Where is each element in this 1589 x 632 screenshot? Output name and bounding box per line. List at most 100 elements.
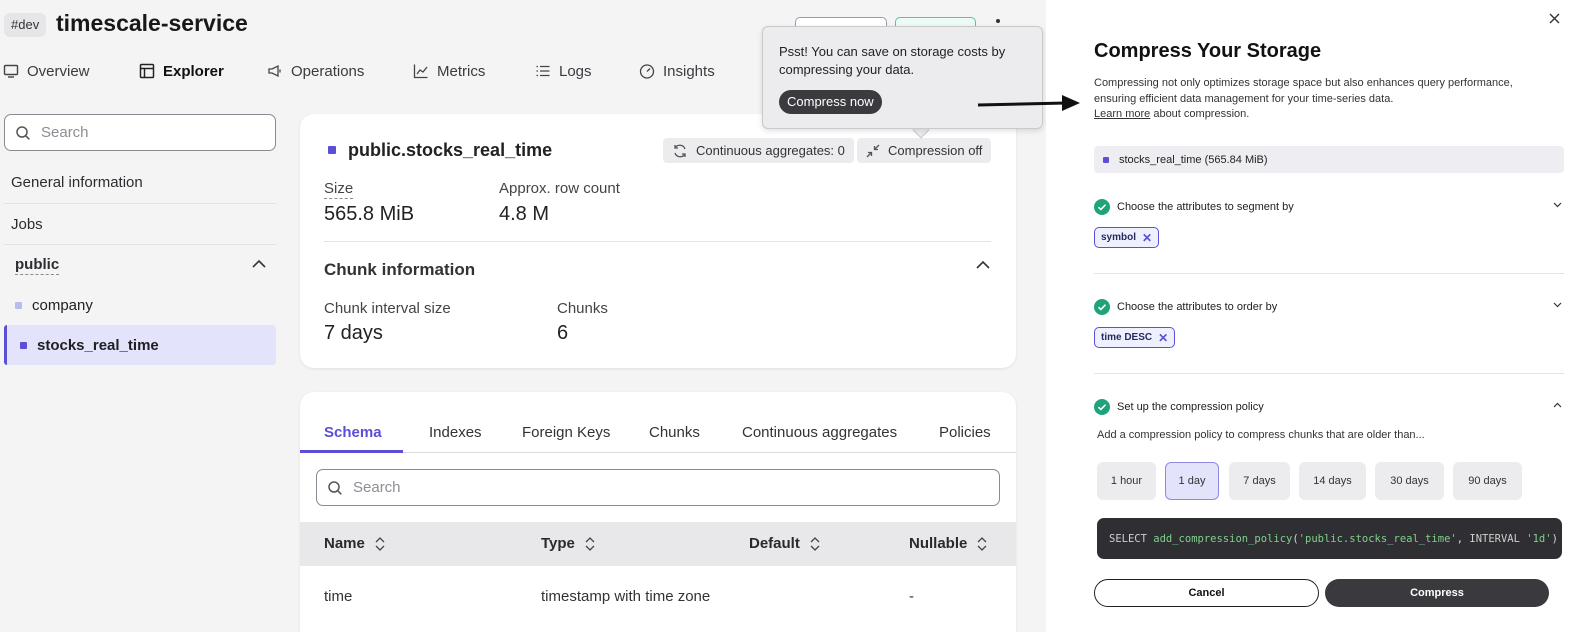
table-name: stocks_real_time	[37, 336, 159, 354]
gauge-icon	[639, 64, 655, 79]
panel-title: Compress Your Storage	[1094, 40, 1322, 62]
nav-label: Insights	[663, 62, 715, 80]
size-value: 565.8 MiB	[324, 203, 415, 225]
tab-policies[interactable]: Policies	[939, 424, 991, 441]
schema-group-public[interactable]: public	[4, 245, 276, 285]
sidebar-search[interactable]	[4, 114, 276, 151]
environment-tag: #dev	[4, 13, 47, 37]
compression-status-label: Compression off	[888, 143, 983, 158]
cancel-button[interactable]: Cancel	[1094, 579, 1319, 607]
divider	[1094, 373, 1564, 374]
tab-insights[interactable]: Insights	[639, 56, 715, 86]
continuous-aggregates-label: Continuous aggregates: 0	[696, 143, 845, 158]
tab-metrics[interactable]: Metrics	[413, 56, 485, 86]
column-header-type[interactable]: Type	[541, 535, 595, 552]
sort-icon	[810, 536, 820, 551]
sql-preview: SELECT add_compression_policy('public.st…	[1097, 518, 1562, 559]
tabs-divider	[300, 452, 1016, 453]
sidebar-item-company[interactable]: company	[4, 285, 276, 325]
chevron-up-icon[interactable]	[975, 260, 991, 270]
line-chart-icon	[413, 64, 428, 79]
cell-nullable: -	[909, 588, 914, 605]
interval-90-days[interactable]: 90 days	[1453, 462, 1522, 500]
chevron-up-icon	[1553, 402, 1562, 408]
active-tab-indicator	[300, 450, 403, 453]
more-menu-icon[interactable]	[996, 19, 1000, 23]
sidebar-item-stocks-real-time[interactable]: stocks_real_time	[4, 325, 276, 365]
continuous-aggregates-button[interactable]: Continuous aggregates: 0	[663, 138, 854, 163]
list-icon	[536, 65, 550, 77]
table-color-icon	[20, 341, 27, 349]
tab-continuous-aggregates[interactable]: Continuous aggregates	[742, 424, 897, 441]
table-name: company	[32, 296, 93, 314]
search-icon	[328, 480, 342, 495]
tab-foreign-keys[interactable]: Foreign Keys	[522, 424, 610, 441]
remove-tag-icon[interactable]: ✕	[1158, 331, 1168, 345]
refresh-icon	[674, 144, 686, 157]
nav-label: Operations	[291, 62, 365, 80]
selected-table-chip: stocks_real_time (565.84 MiB)	[1094, 146, 1564, 173]
megaphone-icon	[268, 64, 281, 78]
check-circle-icon	[1094, 299, 1110, 315]
tab-operations[interactable]: Operations	[267, 56, 364, 86]
nav-label: Explorer	[163, 62, 224, 80]
schema-search-input[interactable]	[353, 479, 953, 496]
sidebar-item-jobs[interactable]: Jobs	[4, 204, 276, 244]
remove-tag-icon[interactable]: ✕	[1142, 231, 1152, 245]
table-color-icon	[1103, 156, 1109, 163]
tab-chunks[interactable]: Chunks	[649, 424, 700, 441]
chunk-interval-value: 7 days	[324, 322, 383, 344]
interval-1-hour[interactable]: 1 hour	[1097, 462, 1156, 500]
interval-7-days[interactable]: 7 days	[1229, 462, 1290, 500]
row-count-label: Approx. row count	[499, 180, 620, 197]
tab-overview[interactable]: Overview	[3, 56, 90, 86]
close-icon[interactable]	[1549, 13, 1560, 24]
interval-1-day[interactable]: 1 day	[1165, 462, 1219, 500]
interval-14-days[interactable]: 14 days	[1299, 462, 1366, 500]
search-icon	[16, 125, 30, 140]
tab-logs[interactable]: Logs	[535, 56, 592, 86]
step-order-by[interactable]: Choose the attributes to order by	[1094, 297, 1562, 317]
chevron-up-icon[interactable]	[251, 259, 267, 269]
sidebar-item-general-information[interactable]: General information	[4, 162, 276, 202]
tooltip-text: Psst! You can save on storage costs by c…	[779, 44, 1006, 77]
sort-icon	[977, 536, 987, 551]
step-segment-by[interactable]: Choose the attributes to segment by	[1094, 197, 1562, 217]
divider	[324, 241, 991, 242]
main-nav: Overview Explorer Operations Metrics Log…	[0, 56, 760, 86]
cell-name: time	[324, 588, 353, 605]
learn-more-link[interactable]: Learn more	[1094, 108, 1150, 120]
compression-status-button[interactable]: Compression off	[857, 138, 992, 163]
compress-now-button[interactable]: Compress now	[779, 90, 882, 114]
sort-icon	[375, 536, 385, 551]
column-header-nullable[interactable]: Nullable	[909, 535, 987, 552]
table-full-name: public.stocks_real_time	[348, 140, 553, 160]
panel-description: Compressing not only optimizes storage s…	[1094, 77, 1513, 120]
cell-type: timestamp with time zone	[541, 588, 711, 605]
nav-label: Overview	[27, 62, 90, 80]
interval-30-days[interactable]: 30 days	[1375, 462, 1444, 500]
chunks-label: Chunks	[557, 300, 608, 317]
nav-label: Metrics	[437, 62, 486, 80]
column-header-name[interactable]: Name	[324, 535, 385, 552]
tab-explorer[interactable]: Explorer	[139, 56, 224, 86]
sidebar-search-input[interactable]	[41, 124, 241, 141]
schema-search[interactable]	[316, 469, 1000, 506]
step-compression-policy[interactable]: Set up the compression policy	[1094, 397, 1562, 417]
monitor-icon	[3, 64, 19, 78]
annotation-arrow-icon	[977, 95, 1080, 111]
policy-hint: Add a compression policy to compress chu…	[1097, 429, 1425, 441]
tab-schema[interactable]: Schema	[324, 424, 382, 441]
table-color-icon	[15, 301, 22, 309]
compress-button[interactable]: Compress	[1325, 579, 1549, 607]
tab-indexes[interactable]: Indexes	[429, 424, 482, 441]
check-circle-icon	[1094, 199, 1110, 215]
chunks-value: 6	[557, 322, 569, 344]
service-title: timescale-service	[56, 10, 248, 36]
size-label: Size	[324, 180, 354, 199]
chunk-interval-label: Chunk interval size	[324, 300, 451, 317]
chevron-down-icon	[1553, 202, 1562, 208]
column-header-default[interactable]: Default	[749, 535, 820, 552]
table-icon	[139, 63, 155, 79]
check-circle-icon	[1094, 399, 1110, 415]
